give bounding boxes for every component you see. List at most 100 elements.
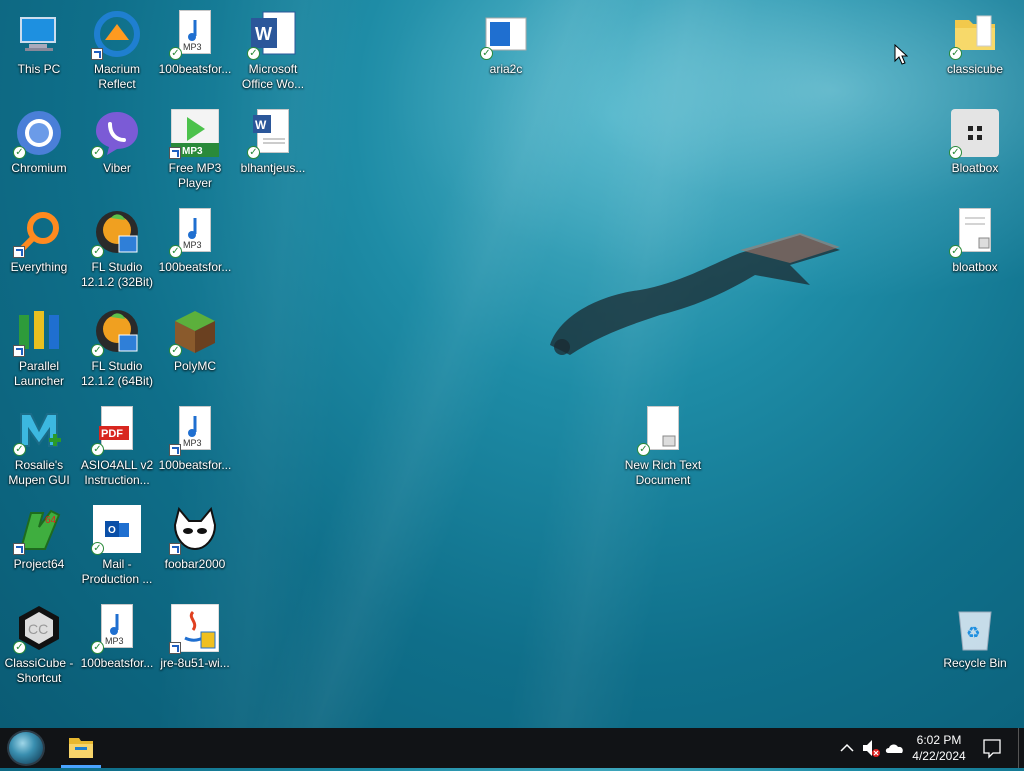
sync-check-icon: ✓	[91, 146, 104, 159]
sync-check-icon: ✓	[91, 443, 104, 456]
notification-icon[interactable]	[980, 728, 1004, 768]
folder-icon: ✓	[949, 10, 999, 60]
desktop-icon-classicube-folder[interactable]: ✓ classicube	[936, 4, 1014, 100]
icon-label: Bloatbox	[951, 161, 999, 175]
desktop-icon-fl-studio-32[interactable]: ✓ FL Studio 12.1.2 (32Bit)	[78, 202, 156, 298]
desktop-icon-bloatbox-file[interactable]: ✓ bloatbox	[936, 202, 1014, 298]
desktop-icon-project64[interactable]: 64 Project64	[0, 499, 78, 595]
svg-text:MP3: MP3	[183, 438, 202, 448]
desktop-icon-fl-studio-64[interactable]: ✓ FL Studio 12.1.2 (64Bit)	[78, 301, 156, 397]
sync-check-icon: ✓	[480, 47, 493, 60]
desktop-icon-mupen[interactable]: ✓ Rosalie's Mupen GUI	[0, 400, 78, 496]
text-file-icon: ✓	[949, 208, 999, 258]
sync-check-icon: ✓	[91, 542, 104, 555]
sync-check-icon: ✓	[13, 443, 26, 456]
classicube-icon: CC ✓	[13, 604, 63, 654]
icon-label: 100beatsfor...	[158, 62, 232, 76]
icon-label: FL Studio 12.1.2 (64Bit)	[80, 359, 154, 388]
desktop-icon-100beats-1[interactable]: MP3 ✓ 100beatsfor...	[156, 4, 234, 100]
clock-date: 4/22/2024	[912, 749, 966, 763]
desktop-icon-classicube-shortcut[interactable]: CC ✓ ClassiCube - Shortcut	[0, 598, 78, 694]
desktop-icon-new-rich-text-document[interactable]: ✓ New Rich Text Document	[624, 400, 702, 496]
desktop-icon-chromium[interactable]: ✓ Chromium	[0, 103, 78, 199]
mp3-file-icon: MP3 ✓	[91, 604, 141, 654]
svg-text:♻: ♻	[966, 623, 980, 642]
desktop-icon-mail-production[interactable]: O ✓ Mail - Production ...	[78, 499, 156, 595]
show-desktop-button[interactable]	[1018, 728, 1024, 768]
icon-label: jre-8u51-wi...	[160, 656, 230, 670]
desktop-icon-polymc[interactable]: ✓ PolyMC	[156, 301, 234, 397]
svg-text:MP3: MP3	[183, 42, 202, 52]
desktop[interactable]: This PC ✓ Chromium Everything Parallel L…	[0, 0, 1024, 728]
desktop-icon-this-pc[interactable]: This PC	[0, 4, 78, 100]
desktop-icon-free-mp3-player[interactable]: MP3 Free MP3 Player	[156, 103, 234, 199]
sync-check-icon: ✓	[13, 146, 26, 159]
mp3-file-icon: MP3 ✓	[169, 208, 219, 258]
sync-check-icon: ✓	[637, 443, 650, 456]
mouse-cursor-icon	[894, 44, 908, 65]
desktop-icon-100beats-3[interactable]: MP3 100beatsfor...	[156, 400, 234, 496]
sync-check-icon: ✓	[169, 344, 182, 357]
icon-label: foobar2000	[164, 557, 226, 571]
word-doc-icon: W ✓	[247, 109, 297, 159]
parallel-launcher-icon	[13, 307, 63, 357]
desktop-icon-jre-installer[interactable]: jre-8u51-wi...	[156, 598, 234, 694]
computer-icon	[15, 10, 63, 58]
shortcut-arrow-icon	[169, 444, 181, 456]
svg-text:W: W	[255, 24, 272, 44]
shortcut-arrow-icon	[169, 147, 181, 159]
icon-label: 100beatsfor...	[158, 458, 232, 472]
project64-icon: 64	[13, 505, 63, 555]
icon-label: Mail - Production ...	[81, 557, 153, 586]
taskbar-file-explorer[interactable]	[61, 728, 101, 768]
desktop-icon-microsoft-office-word[interactable]: W ✓ Microsoft Office Wo...	[234, 4, 312, 100]
desktop-icon-aria2c[interactable]: ✓ aria2c	[467, 4, 545, 100]
desktop-icon-viber[interactable]: ✓ Viber	[78, 103, 156, 199]
svg-text:MP3: MP3	[105, 636, 124, 646]
taskbar-clock[interactable]: 6:02 PM 4/22/2024	[905, 732, 973, 764]
svg-text:64: 64	[45, 515, 57, 526]
java-installer-icon	[169, 603, 220, 654]
clock-time: 6:02 PM	[916, 733, 962, 747]
svg-text:MP3: MP3	[183, 240, 202, 250]
svg-text:W: W	[255, 118, 267, 132]
shortcut-arrow-icon	[13, 246, 25, 258]
search-icon	[13, 208, 63, 258]
cloud-icon[interactable]	[884, 728, 906, 768]
outlook-icon: O ✓	[91, 505, 141, 555]
desktop-icon-foobar2000[interactable]: foobar2000	[156, 499, 234, 595]
icon-label: Recycle Bin	[943, 656, 1007, 670]
shortcut-arrow-icon	[169, 543, 181, 555]
desktop-icon-100beats-4[interactable]: MP3 ✓ 100beatsfor...	[78, 598, 156, 694]
desktop-icon-macrium-reflect[interactable]: Macrium Reflect	[78, 4, 156, 100]
sync-check-icon: ✓	[247, 146, 260, 159]
desktop-icon-bloatbox-app[interactable]: ✓ Bloatbox	[936, 103, 1014, 199]
start-orb-icon[interactable]	[7, 730, 45, 766]
fl-studio-icon: ✓	[91, 307, 141, 357]
aria2c-icon: ✓	[480, 10, 530, 60]
sync-check-icon: ✓	[247, 47, 260, 60]
desktop-icon-parallel-launcher[interactable]: Parallel Launcher	[0, 301, 78, 397]
shortcut-arrow-icon	[13, 345, 25, 357]
svg-text:PDF: PDF	[101, 428, 123, 440]
taskbar: 6:02 PM 4/22/2024	[0, 728, 1024, 768]
desktop-icon-asio4all-pdf[interactable]: PDF ✓ ASIO4ALL v2 Instruction...	[78, 400, 156, 496]
recycle-bin-icon: ♻	[951, 604, 999, 652]
icon-label: Parallel Launcher	[13, 359, 65, 388]
sync-check-icon: ✓	[13, 641, 26, 654]
sync-check-icon: ✓	[91, 245, 104, 258]
desktop-icon-100beats-2[interactable]: MP3 ✓ 100beatsfor...	[156, 202, 234, 298]
macrium-icon	[91, 10, 141, 60]
desktop-icon-recycle-bin[interactable]: ♻ Recycle Bin	[936, 598, 1014, 694]
icon-label: This PC	[17, 62, 61, 76]
foobar-icon	[169, 505, 219, 555]
chromium-icon: ✓	[13, 109, 63, 159]
viber-icon: ✓	[91, 109, 141, 159]
icon-label: 100beatsfor...	[80, 656, 154, 670]
mp3-file-icon: MP3 ✓	[169, 10, 219, 60]
chevron-up-icon[interactable]	[838, 728, 856, 768]
volume-muted-icon[interactable]	[860, 728, 882, 768]
word-icon: W ✓	[247, 10, 297, 60]
desktop-icon-blhantjeus[interactable]: W ✓ blhantjeus...	[234, 103, 312, 199]
desktop-icon-everything[interactable]: Everything	[0, 202, 78, 298]
